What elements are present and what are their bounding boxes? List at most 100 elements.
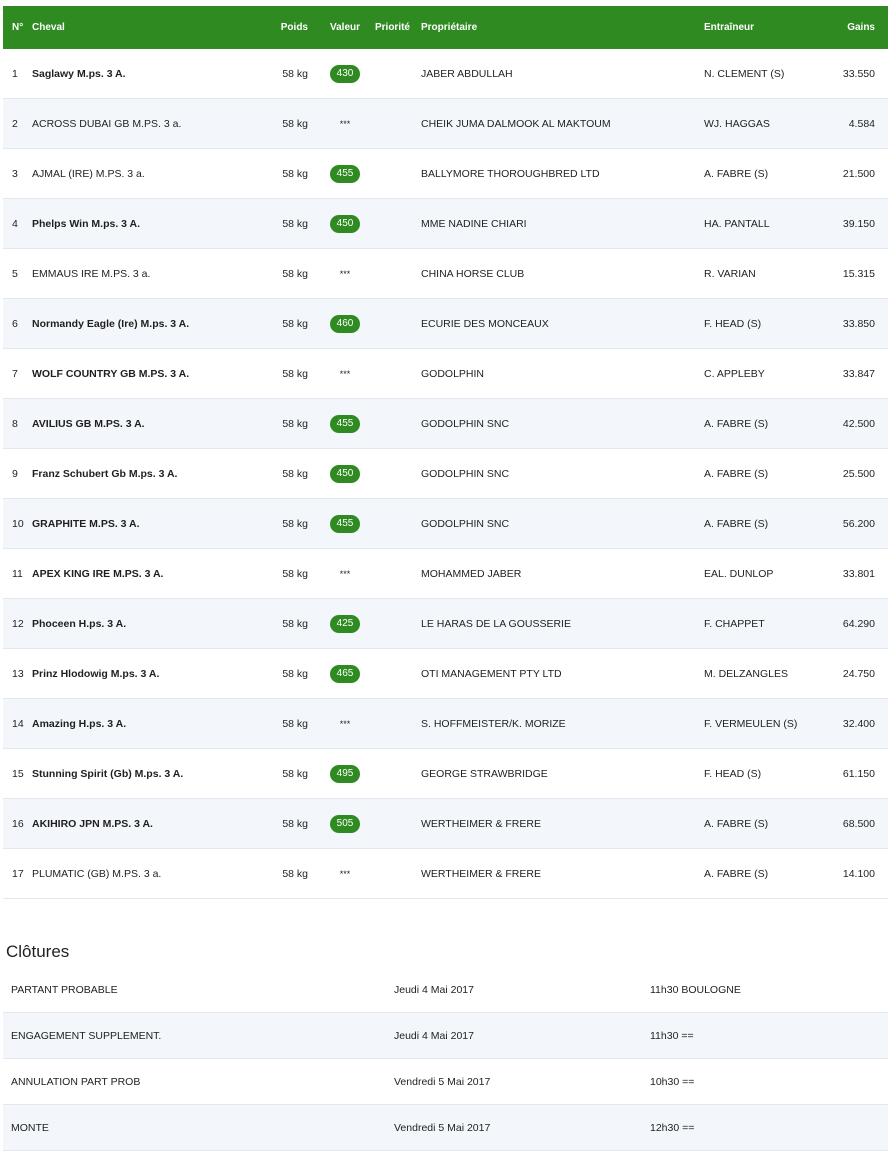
owner-name: LE HARAS DE LA GOUSSERIE <box>421 617 571 630</box>
trainer-name: M. DELZANGLES <box>704 667 789 680</box>
horse-name-link[interactable]: Normandy Eagle (Ire) M.ps. 3 A. <box>32 317 190 330</box>
rating-cell: *** <box>308 568 368 580</box>
table-row: 6 Normandy Eagle (Ire) M.ps. 3 A. 58 kg 460… <box>3 299 888 349</box>
horse-cell: PLUMATIC (GB) M.PS. 3 a. <box>27 867 263 880</box>
table-row: 4 Phelps Win M.ps. 3 A. 58 kg 450 MME NADINE… <box>3 199 888 249</box>
runner-number: 13 <box>12 667 24 680</box>
header-num: N° <box>12 22 24 33</box>
runner-number: 14 <box>12 717 24 730</box>
closures-title: Clôtures <box>6 942 70 961</box>
gains-value: 24.750 <box>842 667 875 680</box>
rating-cell: *** <box>308 268 368 280</box>
weight-value: 58 kg <box>282 867 308 880</box>
table-row: 17 PLUMATIC (GB) M.PS. 3 a. 58 kg *** WERTHE… <box>3 849 888 899</box>
weight-value: 58 kg <box>282 267 308 280</box>
table-row: 16 AKIHIRO JPN M.PS. 3 A. 58 kg 505 WERTHEIM… <box>3 799 888 849</box>
weight-value: 58 kg <box>282 617 308 630</box>
horse-name-link[interactable]: AKIHIRO JPN M.PS. 3 A. <box>32 817 153 830</box>
horse-cell: Normandy Eagle (Ire) M.ps. 3 A. <box>27 317 263 330</box>
rating-cell: 450 <box>308 214 368 233</box>
horse-cell: Stunning Spirit (Gb) M.ps. 3 A. <box>27 767 263 780</box>
trainer-name: F. VERMEULEN (S) <box>704 717 798 730</box>
horse-name-link[interactable]: Phoceen H.ps. 3 A. <box>32 617 127 630</box>
weight-value: 58 kg <box>282 567 308 580</box>
rating-badge: 425 <box>329 614 361 633</box>
header-horse[interactable]: Cheval <box>27 22 263 33</box>
runner-number: 6 <box>12 317 18 330</box>
owner-name: GEORGE STRAWBRIDGE <box>421 767 548 780</box>
weight-value: 58 kg <box>282 217 308 230</box>
rating-badge: 450 <box>329 464 361 483</box>
rating-badge: 465 <box>329 664 361 683</box>
rating-badge: 430 <box>329 64 361 83</box>
gains-value: 64.290 <box>842 617 875 630</box>
table-row: 15 Stunning Spirit (Gb) M.ps. 3 A. 58 kg 49… <box>3 749 888 799</box>
weight-value: 58 kg <box>282 317 308 330</box>
header-gains[interactable]: Gains <box>821 22 888 33</box>
gains-value: 32.400 <box>842 717 875 730</box>
horse-name-link[interactable]: Amazing H.ps. 3 A. <box>32 717 127 730</box>
rating-cell: 495 <box>308 764 368 783</box>
table-row: 5 EMMAUS IRE M.PS. 3 a. 58 kg *** CHINA HORS… <box>3 249 888 299</box>
header-priority[interactable]: Priorité <box>368 22 417 33</box>
rating-badge: 495 <box>329 764 361 783</box>
closure-date: Vendredi 5 Mai 2017 <box>394 1121 491 1134</box>
rating-cell: 430 <box>308 64 368 83</box>
gains-value: 33.847 <box>842 367 875 380</box>
owner-name: GODOLPHIN SNC <box>421 417 510 430</box>
rating-badge: 450 <box>329 214 361 233</box>
closure-row: MONTE Vendredi 5 Mai 2017 12h30 == <box>3 1105 888 1151</box>
weight-value: 58 kg <box>282 167 308 180</box>
horse-cell: EMMAUS IRE M.PS. 3 a. <box>27 267 263 280</box>
horse-cell: Amazing H.ps. 3 A. <box>27 717 263 730</box>
horse-name-link[interactable]: Franz Schubert Gb M.ps. 3 A. <box>32 467 178 480</box>
rating-stars: *** <box>339 718 351 729</box>
horse-name-link[interactable]: EMMAUS IRE M.PS. 3 a. <box>32 267 151 280</box>
closure-row: ENGAGEMENT SUPPLEMENT. Jeudi 4 Mai 2017 11… <box>3 1013 888 1059</box>
header-trainer[interactable]: Entraîneur <box>701 22 821 33</box>
trainer-name: A. FABRE (S) <box>704 517 769 530</box>
header-weight[interactable]: Poids <box>263 22 308 33</box>
owner-name: OTI MANAGEMENT PTY LTD <box>421 667 562 680</box>
horse-name-link[interactable]: Stunning Spirit (Gb) M.ps. 3 A. <box>32 767 184 780</box>
horse-name-link[interactable]: APEX KING IRE M.PS. 3 A. <box>32 567 164 580</box>
gains-value: 4.584 <box>848 117 875 130</box>
horse-name-link[interactable]: Saglawy M.ps. 3 A. <box>32 67 126 80</box>
horse-cell: GRAPHITE M.PS. 3 A. <box>27 517 263 530</box>
closure-time: 11h30 BOULOGNE <box>650 983 741 996</box>
runner-number: 1 <box>12 67 18 80</box>
rating-stars: *** <box>339 368 351 379</box>
trainer-name: N. CLEMENT (S) <box>704 67 785 80</box>
table-row: 3 AJMAL (IRE) M.PS. 3 a. 58 kg 455 BALLYMORE… <box>3 149 888 199</box>
weight-value: 58 kg <box>282 717 308 730</box>
header-owner[interactable]: Propriétaire <box>417 22 701 33</box>
table-row: 8 AVILIUS GB M.PS. 3 A. 58 kg 455 GODOLPHIN … <box>3 399 888 449</box>
weight-value: 58 kg <box>282 667 308 680</box>
rating-badge: 505 <box>329 814 361 833</box>
trainer-name: A. FABRE (S) <box>704 167 769 180</box>
horse-name-link[interactable]: AVILIUS GB M.PS. 3 A. <box>32 417 145 430</box>
table-row: 12 Phoceen H.ps. 3 A. 58 kg 425 LE HARAS DE … <box>3 599 888 649</box>
runner-number: 8 <box>12 417 18 430</box>
horse-name-link[interactable]: WOLF COUNTRY GB M.PS. 3 A. <box>32 367 190 380</box>
trainer-name: A. FABRE (S) <box>704 467 769 480</box>
horse-name-link[interactable]: AJMAL (IRE) M.PS. 3 a. <box>32 167 145 180</box>
runner-number: 7 <box>12 367 18 380</box>
rating-cell: 455 <box>308 514 368 533</box>
rating-badge: 455 <box>329 514 361 533</box>
header-rating[interactable]: Valeur <box>308 22 368 33</box>
horse-name-link[interactable]: Phelps Win M.ps. 3 A. <box>32 217 141 230</box>
weight-value: 58 kg <box>282 67 308 80</box>
rating-stars: *** <box>339 118 351 129</box>
horse-name-link[interactable]: ACROSS DUBAI GB M.PS. 3 a. <box>32 117 182 130</box>
owner-name: GODOLPHIN <box>421 367 485 380</box>
weight-value: 58 kg <box>282 367 308 380</box>
trainer-name: A. FABRE (S) <box>704 817 769 830</box>
rating-stars: *** <box>339 568 351 579</box>
owner-name: CHEIK JUMA DALMOOK AL MAKTOUM <box>421 117 611 130</box>
horse-name-link[interactable]: PLUMATIC (GB) M.PS. 3 a. <box>32 867 162 880</box>
weight-value: 58 kg <box>282 767 308 780</box>
horse-name-link[interactable]: Prinz Hlodowig M.ps. 3 A. <box>32 667 160 680</box>
owner-name: ECURIE DES MONCEAUX <box>421 317 549 330</box>
horse-name-link[interactable]: GRAPHITE M.PS. 3 A. <box>32 517 140 530</box>
